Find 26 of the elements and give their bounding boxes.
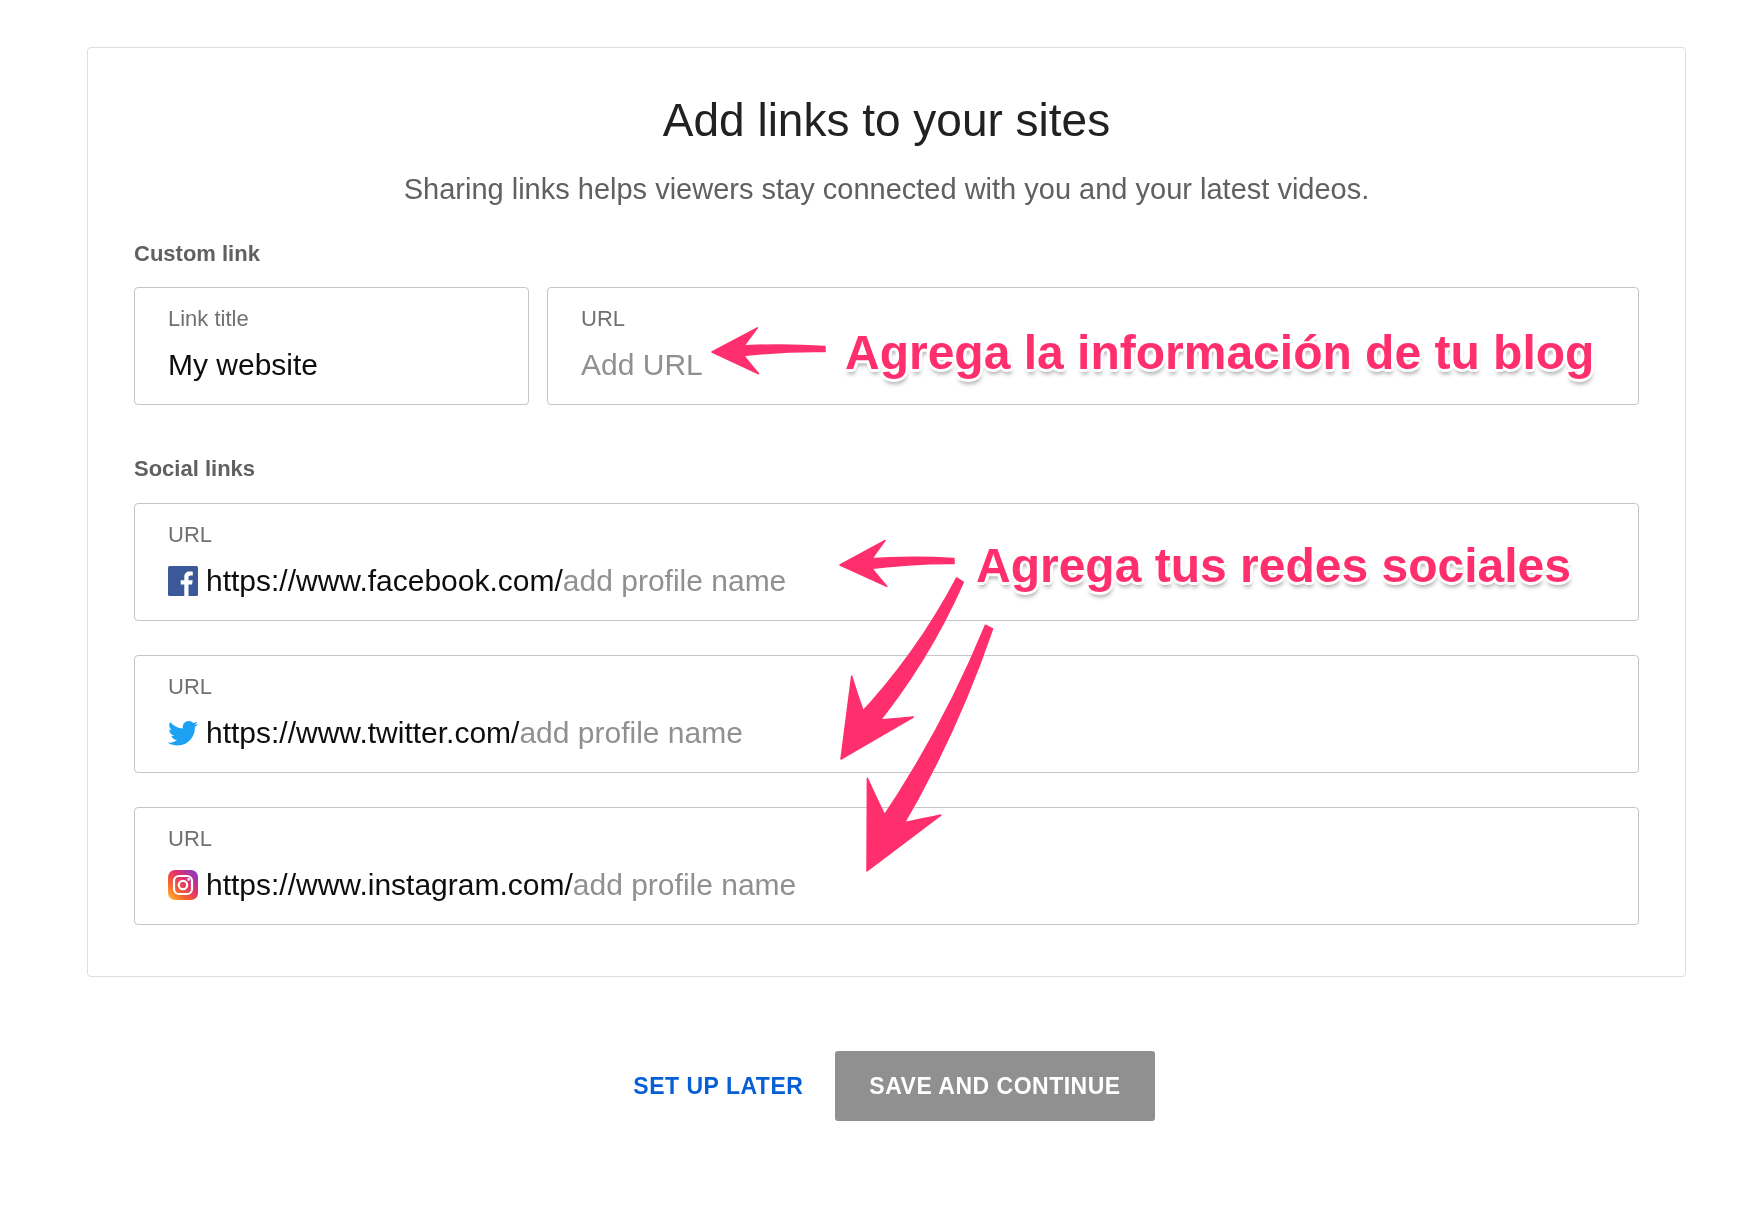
- field-label: URL: [168, 674, 212, 700]
- page-subtitle: Sharing links helps viewers stay connected with you and your latest videos.: [403, 172, 1370, 207]
- url-prefix: https://www.instagram.com/: [206, 867, 573, 903]
- url-field[interactable]: URL https://www.twitter.com/add profile name: [134, 655, 1639, 773]
- field-value: My website: [168, 347, 319, 383]
- page-title: Add links to your sites: [662, 93, 1111, 148]
- section-heading: Custom link: [134, 240, 260, 268]
- set-up-later-button[interactable]: SET UP LATER: [633, 1072, 804, 1100]
- input-field[interactable]: Link title My website: [134, 287, 529, 405]
- annotation-text: Agrega tus redes sociales: [976, 538, 1571, 594]
- url-field[interactable]: URL https://www.instagram.com/add profile name: [134, 807, 1639, 925]
- url-prefix: https://www.twitter.com/: [206, 715, 520, 751]
- field-label: URL: [168, 826, 212, 852]
- placeholder-text: add profile name: [519, 715, 743, 751]
- url-prefix: https://www.facebook.com/: [206, 563, 563, 599]
- field-label: URL: [581, 306, 625, 332]
- bird-icon: [168, 720, 198, 746]
- placeholder-text: Add URL: [581, 347, 703, 383]
- field-label: Link title: [168, 306, 249, 332]
- placeholder-text: add profile name: [562, 563, 787, 599]
- section-heading: Social links: [134, 455, 256, 483]
- field-label: URL: [168, 522, 212, 548]
- placeholder-text: add profile name: [572, 867, 797, 903]
- camera-icon: [168, 870, 198, 900]
- annotation-text: Agrega la información de tu blog: [845, 325, 1595, 381]
- letter-f-icon: [168, 566, 198, 596]
